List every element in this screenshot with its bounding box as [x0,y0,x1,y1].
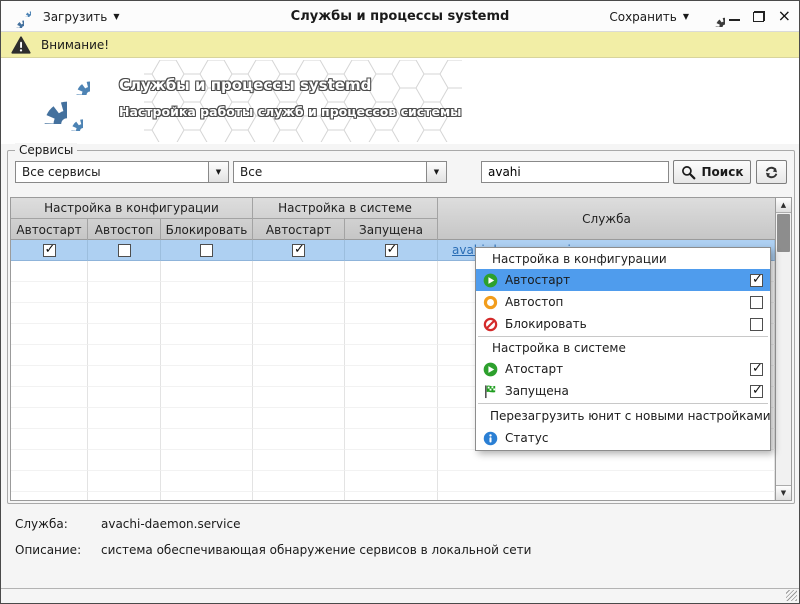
resize-grip[interactable] [786,590,797,601]
window-title: Службы и процессы systemd [151,9,649,24]
app-gears-icon [8,5,34,29]
info-icon [483,431,498,446]
status-bar [1,588,799,603]
column-header-autostart-system: Автостарт [253,219,345,240]
stop-ring-icon [483,295,498,310]
services-legend: Сервисы [15,143,77,157]
refresh-button[interactable] [756,160,787,184]
table-row-empty[interactable] [11,450,775,471]
save-button[interactable]: Сохранить ▼ [603,6,695,27]
hexagon-pattern [144,60,462,142]
column-header-autostop-config: Автостоп [88,219,161,240]
scrollbar-thumb[interactable] [777,214,790,252]
save-button-label: Сохранить [609,10,677,24]
logo-gear-small-icon [61,66,90,95]
hero-header: Службы и процессы systemd Настройка рабо… [1,58,799,144]
group-header-config: Настройка в конфигурации [11,198,253,219]
chevron-down-icon[interactable]: ▼ [426,162,446,182]
chevron-down-icon: ▼ [683,13,689,21]
refresh-icon [764,165,779,180]
block-config-checkbox[interactable] [200,244,213,257]
search-button[interactable]: Поиск [673,160,751,184]
search-icon [681,165,696,180]
column-header-autostart-config: Автостарт [11,219,88,240]
service-type-value: Все сервисы [16,165,208,179]
description-detail-label: Описание: [15,543,81,557]
search-button-label: Поиск [702,165,744,179]
menu-item-autostart-system[interactable]: Атостарт [476,358,770,380]
minimize-button[interactable] [729,19,740,21]
group-header-system: Настройка в системе [253,198,438,219]
menu-separator [478,403,768,404]
state-filter-select[interactable]: Все ▼ [233,161,447,183]
flag-icon [483,384,498,399]
state-filter-value: Все [234,165,426,179]
menu-section-config: Настройка в конфигурации [476,249,770,269]
load-button[interactable]: Загрузить ▼ [37,6,125,27]
menu-autostart-config-checkbox[interactable] [750,274,763,287]
page-title: Службы и процессы systemd [119,76,371,94]
menu-item-autostart-config[interactable]: Автостарт [476,269,770,291]
menu-autostart-system-checkbox[interactable] [750,363,763,376]
chevron-down-icon: ▼ [113,13,119,21]
menu-item-running-system[interactable]: Запущена [476,380,770,402]
menu-item-block-config[interactable]: Блокировать [476,313,770,335]
scroll-down-button[interactable]: ▼ [776,485,791,500]
autostart-config-checkbox[interactable] [43,244,56,257]
load-button-label: Загрузить [43,10,107,24]
context-menu: Настройка в конфигурации Автостарт Автос… [475,247,771,451]
service-detail-label: Служба: [15,517,68,531]
warning-banner: Внимание! [1,32,799,58]
app-window: Загрузить ▼ Службы и процессы systemd Со… [0,0,800,604]
menu-section-system: Настройка в системе [476,338,770,358]
settings-gear-icon[interactable] [705,7,725,27]
running-system-checkbox[interactable] [385,244,398,257]
service-detail-value: avachi-daemon.service [101,517,240,531]
table-header: Настройка в конфигурации Настройка в сис… [11,198,775,240]
column-header-running-system: Запущена [345,219,438,240]
close-button[interactable]: × [778,8,791,24]
table-row-empty[interactable] [11,492,775,500]
menu-item-reload-unit[interactable]: Перезагрузить юнит с новыми настройками [476,405,770,427]
block-icon [483,317,498,332]
menu-item-status[interactable]: Статус [476,427,770,449]
logo-gear-small-icon [58,106,83,131]
autostart-system-checkbox[interactable] [292,244,305,257]
page-subtitle: Настройка работы служб и процессов систе… [119,104,461,119]
vertical-scrollbar[interactable]: ▲ ▼ [776,197,792,501]
description-detail-value: система обеспечивающая обнаружение серви… [101,543,531,557]
table-row-empty[interactable] [11,471,775,492]
title-bar: Загрузить ▼ Службы и процессы systemd Со… [1,1,799,32]
menu-separator [478,336,768,337]
column-header-service: Служба [438,198,775,240]
warning-text: Внимание! [41,38,109,52]
column-header-block-config: Блокировать [161,219,253,240]
warning-icon [11,36,31,54]
play-icon [483,273,498,288]
autostop-config-checkbox[interactable] [118,244,131,257]
search-input[interactable] [481,161,669,183]
menu-block-config-checkbox[interactable] [750,318,763,331]
maximize-button[interactable] [753,11,765,22]
menu-item-autostop-config[interactable]: Автостоп [476,291,770,313]
menu-running-system-checkbox[interactable] [750,385,763,398]
window-controls: × [729,1,791,32]
service-type-select[interactable]: Все сервисы ▼ [15,161,229,183]
chevron-down-icon[interactable]: ▼ [208,162,228,182]
menu-autostop-config-checkbox[interactable] [750,296,763,309]
play-icon [483,362,498,377]
scroll-up-button[interactable]: ▲ [776,198,791,213]
